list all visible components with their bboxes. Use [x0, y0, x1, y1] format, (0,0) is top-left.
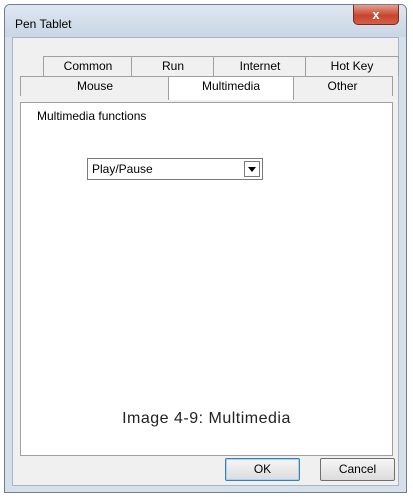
tab-hot-key-label: Hot Key [330, 59, 374, 73]
window-title: Pen Tablet [15, 17, 72, 31]
title-bar: Pen Tablet x [5, 5, 406, 37]
tab-internet[interactable]: Internet [213, 56, 307, 76]
image-caption: Image 4-9: Multimedia [122, 410, 291, 427]
tab-multimedia[interactable]: Multimedia [168, 76, 294, 100]
multimedia-panel [20, 102, 393, 456]
cancel-button[interactable]: Cancel [320, 458, 395, 481]
multimedia-function-select[interactable]: Play/Pause [87, 158, 263, 180]
select-value: Play/Pause [92, 162, 153, 176]
ok-button[interactable]: OK [225, 458, 300, 481]
dropdown-arrow-icon[interactable] [244, 161, 260, 177]
tab-mouse[interactable]: Mouse [20, 76, 170, 96]
close-button[interactable]: x [353, 5, 399, 25]
tab-mouse-label: Mouse [76, 79, 114, 93]
tab-internet-label: Internet [239, 59, 281, 73]
tab-common-label: Common [63, 59, 113, 73]
multimedia-functions-label: Multimedia functions [37, 109, 147, 123]
tab-other-label: Other [327, 79, 358, 93]
close-icon: x [372, 7, 380, 22]
tab-multimedia-label: Multimedia [201, 79, 261, 93]
tab-other[interactable]: Other [292, 76, 393, 96]
tab-run-label: Run [161, 59, 184, 73]
tab-run[interactable]: Run [131, 56, 215, 76]
tab-hot-key[interactable]: Hot Key [305, 56, 399, 76]
tab-common[interactable]: Common [43, 56, 133, 76]
